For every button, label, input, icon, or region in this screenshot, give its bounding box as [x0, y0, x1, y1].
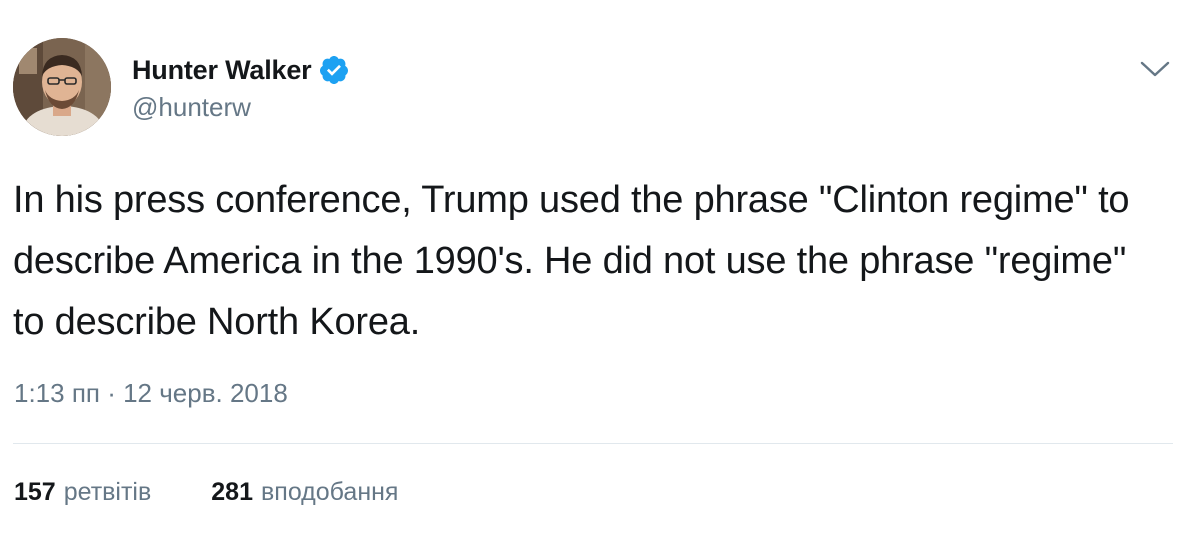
- verified-badge-icon: [318, 54, 350, 86]
- divider: [13, 443, 1173, 444]
- avatar[interactable]: [13, 38, 111, 136]
- avatar-image: [13, 38, 111, 136]
- likes-count: 281: [211, 478, 253, 506]
- author-handle[interactable]: @hunterw: [132, 92, 251, 123]
- tweet-text: In his press conference, Trump used the …: [13, 179, 1130, 343]
- retweets-stat[interactable]: 157 ретвітів: [14, 478, 151, 507]
- tweet-card: Hunter Walker @hunterw In his press conf…: [0, 0, 1184, 539]
- likes-label: вподобання: [261, 478, 399, 506]
- likes-stat[interactable]: 281 вподобання: [211, 478, 398, 507]
- author-display-name[interactable]: Hunter Walker: [132, 55, 312, 86]
- tweet-stats: 157 ретвітів 281 вподобання: [14, 478, 398, 507]
- author-name-row: Hunter Walker: [132, 52, 350, 88]
- retweets-count: 157: [14, 478, 56, 506]
- tweet-timestamp[interactable]: 1:13 пп · 12 черв. 2018: [14, 378, 288, 409]
- chevron-down-icon[interactable]: [1138, 56, 1172, 82]
- retweets-label: ретвітів: [63, 478, 152, 506]
